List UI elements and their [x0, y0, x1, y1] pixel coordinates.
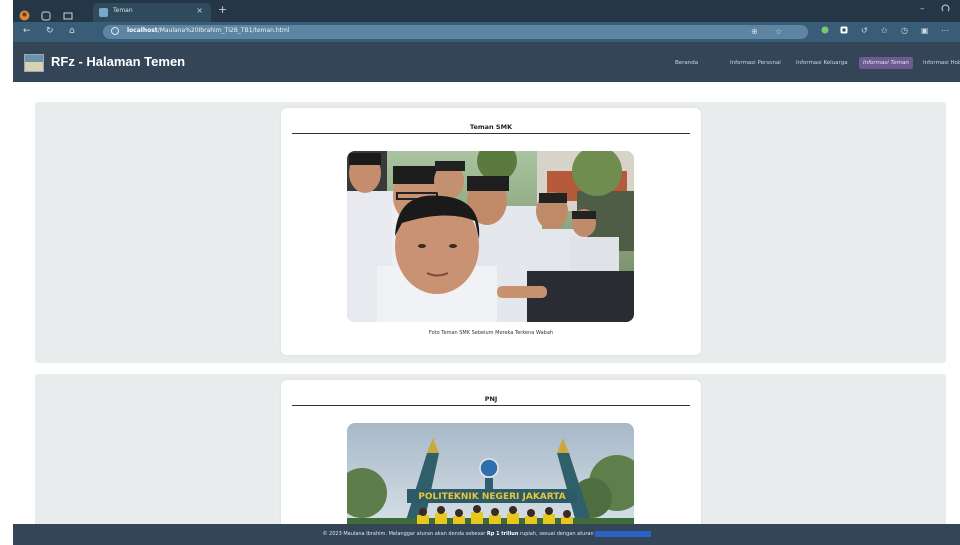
nav-informasi-hobi[interactable]: Informasi Hobi	[919, 57, 960, 69]
new-tab-icon[interactable]: +	[218, 3, 227, 16]
gate-sign-text: POLITEKNIK NEGERI JAKARTA	[418, 492, 565, 502]
profile-icon[interactable]	[19, 6, 30, 21]
extension-shield-icon[interactable]	[840, 26, 848, 36]
downloads-icon[interactable]: ▣	[921, 26, 929, 35]
section-pnj: PNJ POLITEKNIK NEGERI JAKARTA	[35, 374, 946, 524]
footer-link[interactable]: https://uu.tkp.ahk.ahk	[595, 531, 651, 537]
footer-prefix: © 2023 Maulana Ibrahim. Melanggar aturan…	[322, 531, 486, 537]
url-text: localhost/Maulana%20Ibrahim_TI2B_TB1/tem…	[127, 27, 290, 34]
site-info-icon[interactable]	[111, 27, 119, 35]
back-icon[interactable]: ←	[23, 26, 31, 36]
card-pnj: PNJ POLITEKNIK NEGERI JAKARTA	[281, 380, 701, 524]
card-title: Teman SMK	[469, 123, 513, 131]
main-content: Teman SMK Foto Teman SMK Sebelum Mereka …	[13, 82, 960, 524]
site-footer: © 2023 Maulana Ibrahim. Melanggar aturan…	[13, 524, 960, 545]
card-title: PNJ	[484, 395, 498, 403]
collections-icon[interactable]	[41, 6, 51, 21]
browser-tab[interactable]: Teman ×	[93, 3, 211, 22]
extension-green-icon[interactable]	[821, 26, 829, 36]
minimize-icon[interactable]: –	[920, 4, 925, 14]
home-icon[interactable]: ⌂	[69, 26, 75, 36]
site-logo	[24, 54, 44, 72]
title-divider	[292, 133, 690, 134]
browser-toolbar: ← ↻ ⌂ localhost/Maulana%20Ibrahim_TI2B_T…	[13, 22, 960, 42]
site-title: RFz - Halaman Temen	[51, 54, 186, 69]
section-teman-smk: Teman SMK Foto Teman SMK Sebelum Mereka …	[35, 102, 946, 363]
history-icon[interactable]: ◷	[901, 26, 908, 35]
card-teman-smk: Teman SMK Foto Teman SMK Sebelum Mereka …	[281, 108, 701, 355]
photo-teman-smk	[347, 151, 634, 322]
nav-beranda[interactable]: Beranda	[671, 57, 702, 69]
footer-suffix: rupiah, sesuai dengan aturan	[520, 531, 594, 537]
footer-text: © 2023 Maulana Ibrahim. Melanggar aturan…	[13, 531, 960, 537]
nav-informasi-teman[interactable]: Informasi Teman	[859, 57, 913, 69]
favorites-icon[interactable]: ✩	[881, 26, 888, 35]
zoom-icon[interactable]: ⊕	[751, 27, 758, 36]
favorite-star-icon[interactable]: ☆	[775, 27, 782, 36]
browser-titlebar: Teman × + –	[13, 0, 960, 22]
address-bar[interactable]: localhost/Maulana%20Ibrahim_TI2B_TB1/tem…	[103, 25, 808, 39]
title-divider	[292, 405, 690, 406]
nav-informasi-keluarga[interactable]: Informasi Keluarga	[792, 57, 852, 69]
footer-amount: Rp 1 triliun	[486, 531, 519, 537]
page-favicon-icon	[99, 8, 108, 17]
site-header: RFz - Halaman Temen Beranda Informasi Pe…	[13, 42, 960, 82]
maximize-icon[interactable]	[941, 4, 950, 16]
refresh-icon[interactable]: ↻	[46, 26, 54, 36]
browser-window: Teman × + – ← ↻ ⌂ localhost/Maulana%20Ib…	[13, 0, 960, 545]
nav-informasi-personal[interactable]: Informasi Personal	[726, 57, 785, 69]
tab-title: Teman	[113, 7, 133, 14]
more-menu-icon[interactable]: ⋯	[941, 26, 949, 35]
photo-pnj: POLITEKNIK NEGERI JAKARTA	[347, 423, 634, 524]
tab-actions-icon[interactable]	[63, 6, 73, 20]
refresh-page-icon[interactable]: ↺	[861, 26, 868, 35]
photo-caption: Foto Teman SMK Sebelum Mereka Terkena Wa…	[428, 330, 554, 336]
tab-close-icon[interactable]: ×	[196, 6, 203, 15]
